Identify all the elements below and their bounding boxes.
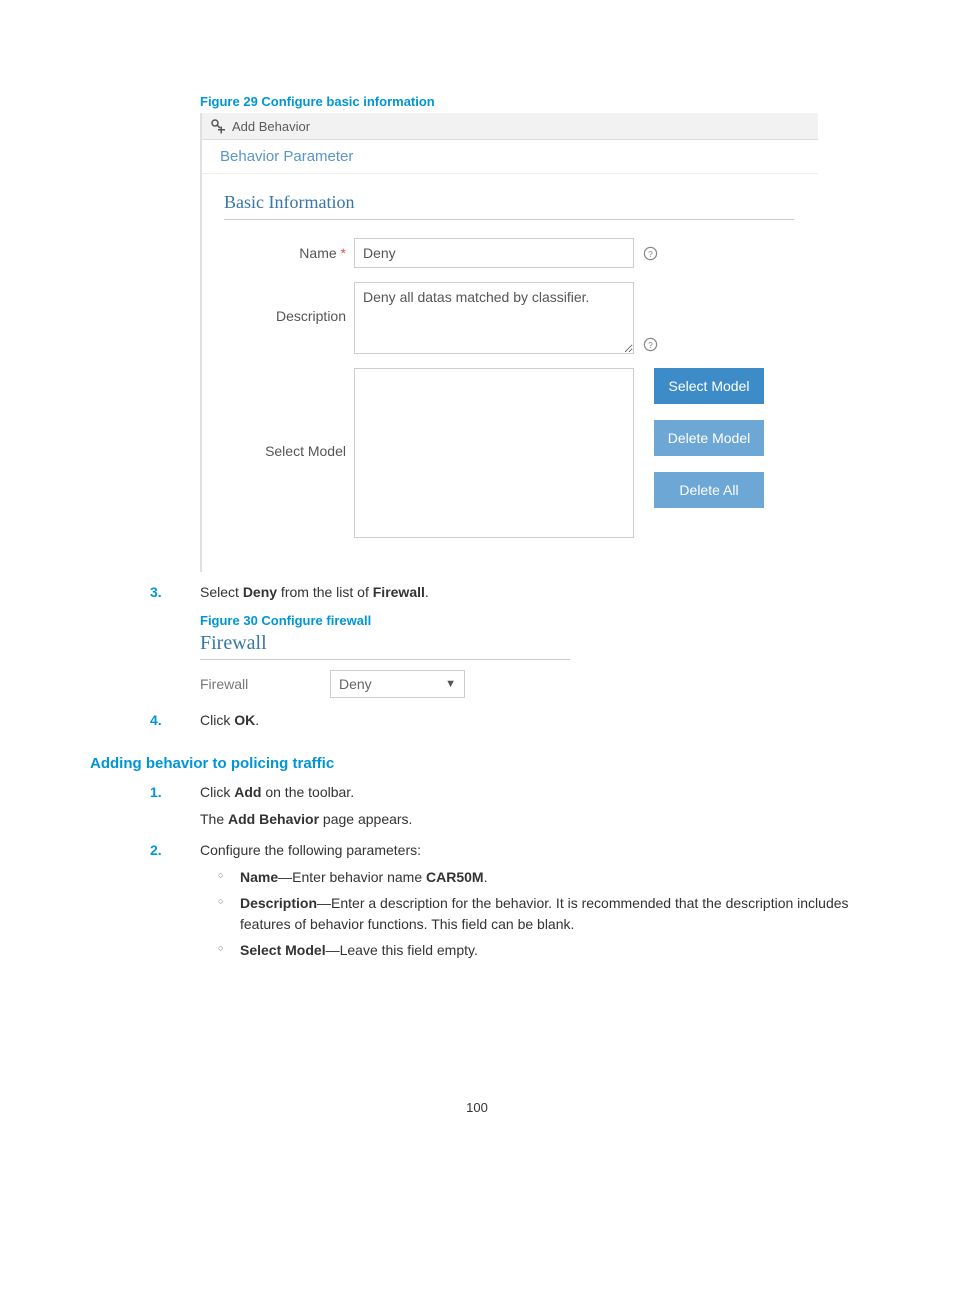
step-number: 3. bbox=[150, 582, 162, 603]
step-number: 2. bbox=[150, 840, 162, 861]
section-basic-information: Basic Information bbox=[224, 192, 794, 220]
svg-text:?: ? bbox=[648, 339, 653, 349]
page-number: 100 bbox=[90, 1100, 864, 1115]
step-number: 1. bbox=[150, 782, 162, 803]
description-field[interactable]: Deny all datas matched by classifier. bbox=[354, 282, 634, 354]
name-field[interactable] bbox=[354, 238, 634, 268]
firewall-select[interactable]: Deny ▼ bbox=[330, 670, 465, 698]
firewall-screenshot: Firewall Firewall Deny ▼ bbox=[200, 632, 570, 698]
figure-29-caption: Figure 29 Configure basic information bbox=[200, 94, 864, 109]
select-model-label: Select Model bbox=[224, 368, 354, 459]
svg-text:?: ? bbox=[648, 248, 653, 258]
step-4: 4. Click OK. bbox=[150, 710, 864, 731]
list-item: Select Model—Leave this field empty. bbox=[218, 940, 864, 960]
firewall-select-value: Deny bbox=[339, 676, 372, 692]
list-item: Description—Enter a description for the … bbox=[218, 893, 864, 934]
delete-all-button[interactable]: Delete All bbox=[654, 472, 764, 508]
list-item: Name—Enter behavior name CAR50M. bbox=[218, 867, 864, 887]
add-behavior-screenshot: Add Behavior Behavior Parameter Basic In… bbox=[200, 113, 818, 572]
step-number: 4. bbox=[150, 710, 162, 731]
dialog-header: Add Behavior bbox=[202, 113, 818, 140]
add-behavior-icon bbox=[210, 118, 226, 134]
delete-model-button[interactable]: Delete Model bbox=[654, 420, 764, 456]
step-1: 1. Click Add on the toolbar. The Add Beh… bbox=[150, 782, 864, 830]
section-firewall: Firewall bbox=[200, 632, 570, 660]
step-2: 2. Configure the following parameters: N… bbox=[150, 840, 864, 960]
firewall-label: Firewall bbox=[200, 676, 330, 692]
help-icon[interactable]: ? bbox=[642, 336, 658, 352]
select-model-listbox[interactable] bbox=[354, 368, 634, 538]
select-model-button[interactable]: Select Model bbox=[654, 368, 764, 404]
dialog-title: Add Behavior bbox=[232, 119, 310, 134]
description-label: Description bbox=[224, 282, 354, 324]
name-label: Name * bbox=[224, 238, 354, 261]
help-icon[interactable]: ? bbox=[642, 245, 658, 261]
tab-behavior-parameter[interactable]: Behavior Parameter bbox=[202, 140, 818, 174]
step-3: 3. Select Deny from the list of Firewall… bbox=[150, 582, 864, 603]
chevron-down-icon: ▼ bbox=[445, 678, 456, 690]
heading-adding-behavior: Adding behavior to policing traffic bbox=[90, 755, 864, 772]
figure-30-caption: Figure 30 Configure firewall bbox=[200, 613, 864, 628]
